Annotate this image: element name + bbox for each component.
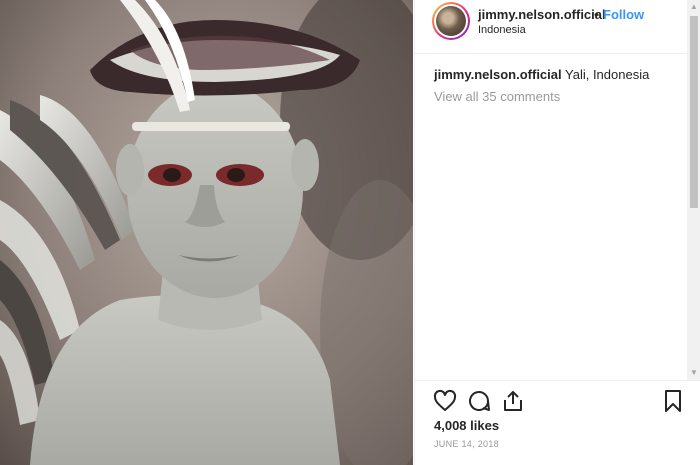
post-caption: jimmy.nelson.official Yali, Indonesia: [434, 67, 649, 82]
scroll-down-icon[interactable]: ▼: [687, 366, 700, 380]
header-username[interactable]: jimmy.nelson.official: [478, 7, 606, 22]
caption-username[interactable]: jimmy.nelson.official: [434, 67, 562, 82]
share-icon[interactable]: [501, 389, 525, 413]
caption-text: Yali, Indonesia: [561, 67, 650, 82]
post-photo-image: [0, 0, 413, 465]
heart-icon[interactable]: [433, 389, 457, 413]
post-photo[interactable]: [0, 0, 413, 465]
post-date: JUNE 14, 2018: [434, 439, 499, 449]
follow-button[interactable]: Follow: [603, 7, 644, 22]
location-link[interactable]: Indonesia: [478, 24, 526, 36]
header-separator: •: [594, 7, 599, 22]
likes-count[interactable]: 4,008 likes: [434, 418, 499, 433]
bookmark-icon[interactable]: [661, 389, 685, 413]
post-actions: 4,008 likes JUNE 14, 2018: [415, 380, 700, 465]
avatar[interactable]: [432, 2, 470, 40]
comment-icon[interactable]: [467, 389, 491, 413]
view-all-comments-link[interactable]: View all 35 comments: [434, 89, 560, 104]
scroll-up-icon[interactable]: ▲: [687, 0, 700, 14]
comments-scrollbar[interactable]: ▲ ▼: [687, 0, 700, 380]
post-details-panel: jimmy.nelson.official • Follow Indonesia…: [414, 0, 700, 465]
post-header: jimmy.nelson.official • Follow Indonesia: [415, 0, 700, 54]
scrollbar-thumb[interactable]: [690, 16, 698, 208]
